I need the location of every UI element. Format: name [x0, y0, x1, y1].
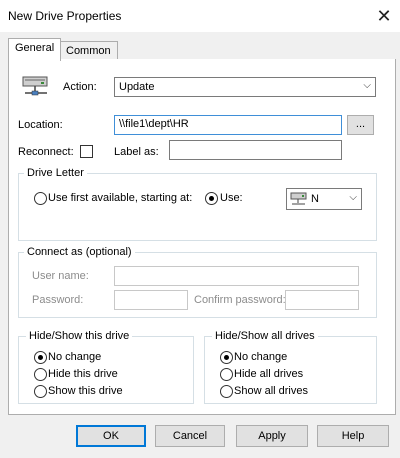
user-name-input[interactable]	[114, 266, 359, 286]
hide-all-drives-label: Hide all drives	[234, 368, 304, 380]
hide-show-all-group-label: Hide/Show all drives	[212, 330, 318, 342]
tab-common[interactable]: Common	[59, 41, 118, 60]
network-drive-icon	[21, 74, 51, 100]
help-button[interactable]: Help	[317, 425, 389, 447]
drive-letter-value: N	[311, 193, 319, 205]
password-label: Password:	[32, 294, 84, 306]
action-value: Update	[119, 81, 155, 93]
hide-this-drive-radio[interactable]	[34, 368, 47, 381]
confirm-password-label: Confirm password:	[194, 294, 286, 306]
location-label: Location:	[18, 119, 63, 131]
location-input[interactable]: \\file1\dept\HR	[114, 115, 342, 135]
window-title: New Drive Properties	[8, 9, 122, 23]
reconnect-checkbox[interactable]	[80, 145, 93, 158]
use-label: Use:	[220, 192, 243, 204]
apply-button[interactable]: Apply	[236, 425, 308, 447]
show-this-drive-label: Show this drive	[48, 385, 123, 397]
reconnect-label: Reconnect:	[18, 146, 74, 158]
all-no-change-label: No change	[234, 351, 288, 363]
ok-button[interactable]: OK	[76, 425, 146, 447]
network-drive-icon	[290, 191, 308, 207]
hide-this-drive-label: Hide this drive	[48, 368, 118, 380]
cancel-button[interactable]: Cancel	[155, 425, 225, 447]
password-input[interactable]	[114, 290, 188, 310]
label-as-label: Label as:	[114, 146, 159, 158]
drive-letter-group-label: Drive Letter	[24, 167, 87, 179]
show-all-drives-radio[interactable]	[220, 385, 233, 398]
show-this-drive-radio[interactable]	[34, 385, 47, 398]
show-all-drives-label: Show all drives	[234, 385, 308, 397]
use-drive-radio[interactable]	[205, 192, 218, 205]
first-available-label: Use first available, starting at:	[48, 192, 193, 204]
label-as-input[interactable]	[169, 140, 342, 160]
chevron-down-icon: ⌵	[363, 80, 371, 91]
drive-no-change-radio[interactable]	[34, 351, 47, 364]
browse-button[interactable]: ...	[347, 115, 374, 135]
chevron-down-icon: ⌵	[349, 192, 357, 203]
action-label: Action:	[63, 81, 97, 93]
action-dropdown[interactable]: Update ⌵	[114, 77, 376, 97]
all-no-change-radio[interactable]	[220, 351, 233, 364]
close-icon[interactable]: ✕	[372, 4, 396, 28]
tab-general[interactable]: General	[8, 38, 62, 61]
hide-all-drives-radio[interactable]	[220, 368, 233, 381]
confirm-password-input[interactable]	[285, 290, 359, 310]
user-name-label: User name:	[32, 270, 89, 282]
first-available-radio[interactable]	[34, 192, 47, 205]
hide-show-drive-group-label: Hide/Show this drive	[26, 330, 133, 342]
drive-no-change-label: No change	[48, 351, 102, 363]
connect-as-group-label: Connect as (optional)	[24, 246, 135, 258]
drive-letter-dropdown[interactable]: N ⌵	[286, 188, 362, 210]
